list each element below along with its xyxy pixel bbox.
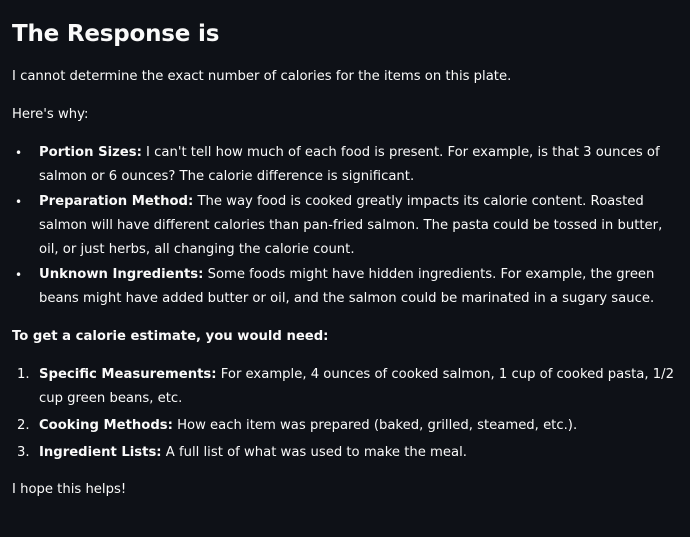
list-item: • Preparation Method: The way food is co… [15, 190, 678, 262]
need-label: Ingredient Lists: [39, 445, 162, 460]
needs-list: 1. Specific Measurements: For example, 4… [12, 363, 678, 465]
item-number: 3. [17, 445, 30, 460]
list-item: • Unknown Ingredients: Some foods might … [15, 263, 678, 311]
list-item: • Portion Sizes: I can't tell how much o… [15, 141, 678, 189]
need-heading: To get a calorie estimate, you would nee… [12, 329, 329, 344]
reason-label: Portion Sizes: [39, 145, 142, 160]
need-text: How each item was prepared (baked, grill… [172, 418, 578, 433]
reason-label: Unknown Ingredients: [39, 267, 204, 282]
why-heading: Here's why: [12, 107, 89, 122]
need-label: Cooking Methods: [39, 418, 173, 433]
bullet-icon: • [15, 195, 23, 209]
intro-text: I cannot determine the exact number of c… [12, 69, 512, 84]
reason-label: Preparation Method: [39, 194, 194, 209]
list-item: 3. Ingredient Lists: A full list of what… [17, 441, 678, 465]
page-title: The Response is [12, 21, 220, 47]
bullet-icon: • [15, 268, 23, 282]
response-container: The Response is I cannot determine the e… [0, 0, 690, 502]
closing-text: I hope this helps! [12, 482, 127, 497]
need-text: A full list of what was used to make the… [161, 445, 467, 460]
list-item: 1. Specific Measurements: For example, 4… [17, 363, 678, 411]
need-label: Specific Measurements: [39, 367, 217, 382]
list-item: 2. Cooking Methods: How each item was pr… [17, 414, 678, 438]
item-number: 1. [17, 367, 30, 382]
bullet-icon: • [15, 146, 23, 160]
item-number: 2. [17, 418, 30, 433]
reasons-list: • Portion Sizes: I can't tell how much o… [12, 141, 678, 311]
